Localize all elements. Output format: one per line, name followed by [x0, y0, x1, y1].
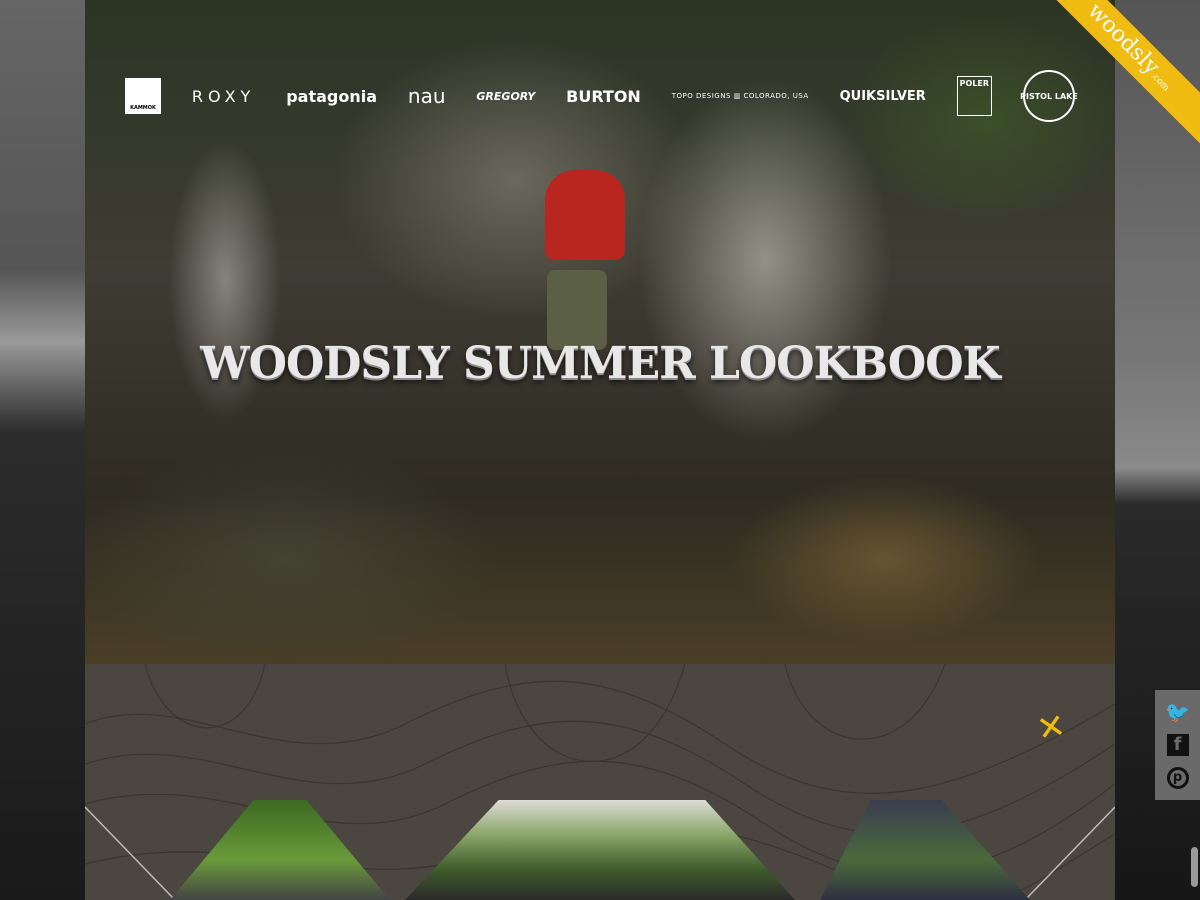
pinterest-icon[interactable]: p [1166, 766, 1189, 789]
scrollbar[interactable] [1191, 847, 1198, 887]
logo-poler[interactable]: POLER [956, 76, 993, 116]
topo-section: ✕ [85, 664, 1115, 900]
logo-nau[interactable]: nau [408, 84, 446, 108]
twitter-icon[interactable]: 🐦 [1165, 700, 1190, 724]
hiker-backpack [545, 170, 625, 260]
logo-roxy[interactable]: ROXY [192, 87, 255, 106]
logo-burton[interactable]: BURTON [566, 87, 641, 106]
logo-quiksilver[interactable]: QUIKSILVER [840, 89, 926, 104]
ribbon-suffix: .com [1148, 70, 1172, 94]
logo-gregory[interactable]: GREGORY [476, 90, 535, 103]
background-mountain-left [0, 0, 85, 900]
divider-line-right [1024, 806, 1115, 900]
page-title: WOODSLY SUMMER LOOKBOOK [200, 338, 1001, 389]
divider-line-left [85, 806, 176, 900]
facebook-icon[interactable]: f [1166, 733, 1189, 756]
logo-pistol-lake[interactable]: PISTOL LAKE [1020, 70, 1078, 122]
social-share-bar: 🐦 f p [1155, 690, 1200, 800]
logo-patagonia[interactable]: patagonia [286, 87, 377, 106]
logo-topo-designs[interactable]: TOPO DESIGNS ▥ COLORADO, USA [672, 92, 809, 100]
brand-logos: KAMMOK ROXY patagonia nau GREGORY BURTON… [125, 70, 1078, 122]
logo-kammok[interactable]: KAMMOK [125, 78, 161, 114]
hero-image: KAMMOK ROXY patagonia nau GREGORY BURTON… [85, 0, 1115, 664]
